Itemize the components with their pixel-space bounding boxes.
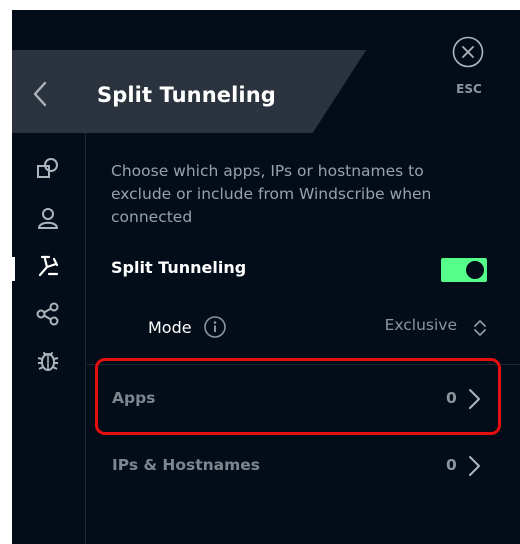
page-title: Split Tunneling [97, 83, 276, 107]
mode-selector[interactable] [472, 318, 488, 338]
esc-label: ESC [456, 82, 482, 96]
split-tunneling-label: Split Tunneling [111, 258, 247, 277]
split-tunneling-icon [38, 255, 59, 277]
sidebar-item-debug[interactable] [34, 347, 62, 375]
apps-label: Apps [112, 389, 156, 407]
close-button[interactable] [452, 36, 484, 68]
share-icon [36, 302, 59, 326]
toggle-knob [466, 261, 484, 279]
header-slant-shape [312, 10, 392, 134]
back-button[interactable] [26, 76, 54, 112]
chevron-right-icon [469, 456, 480, 476]
ips-hostnames-label: IPs & Hostnames [112, 456, 261, 474]
chevron-right-icon [469, 389, 480, 409]
preferences-window: Split Tunneling ESC Choose which apps, I… [12, 10, 520, 544]
split-tunneling-toggle[interactable] [441, 258, 487, 282]
split-tunneling-description: Choose which apps, IPs or hostnames to e… [111, 162, 432, 226]
active-nav-indicator [12, 257, 15, 281]
apps-count: 0 [446, 389, 457, 407]
account-icon [38, 208, 58, 229]
debug-icon [37, 352, 59, 371]
close-icon [452, 36, 484, 68]
ips-hostnames-row[interactable]: IPs & Hostnames 0 [87, 432, 520, 494]
up-down-chevron-icon [474, 320, 486, 336]
info-icon [204, 316, 226, 338]
sidebar [12, 133, 86, 544]
mode-value[interactable]: Exclusive [367, 316, 457, 334]
sidebar-item-share[interactable] [34, 300, 62, 328]
apps-row[interactable]: Apps 0 [87, 364, 520, 426]
connection-icon [37, 158, 58, 178]
sidebar-item-account[interactable] [34, 204, 62, 232]
mode-label: Mode [148, 318, 192, 337]
sidebar-item-split-tunneling[interactable] [34, 252, 62, 280]
ips-hostnames-count: 0 [446, 456, 457, 474]
sidebar-item-connection[interactable] [34, 155, 62, 183]
chevron-left-icon [33, 81, 47, 107]
mode-info-button[interactable] [203, 315, 227, 339]
